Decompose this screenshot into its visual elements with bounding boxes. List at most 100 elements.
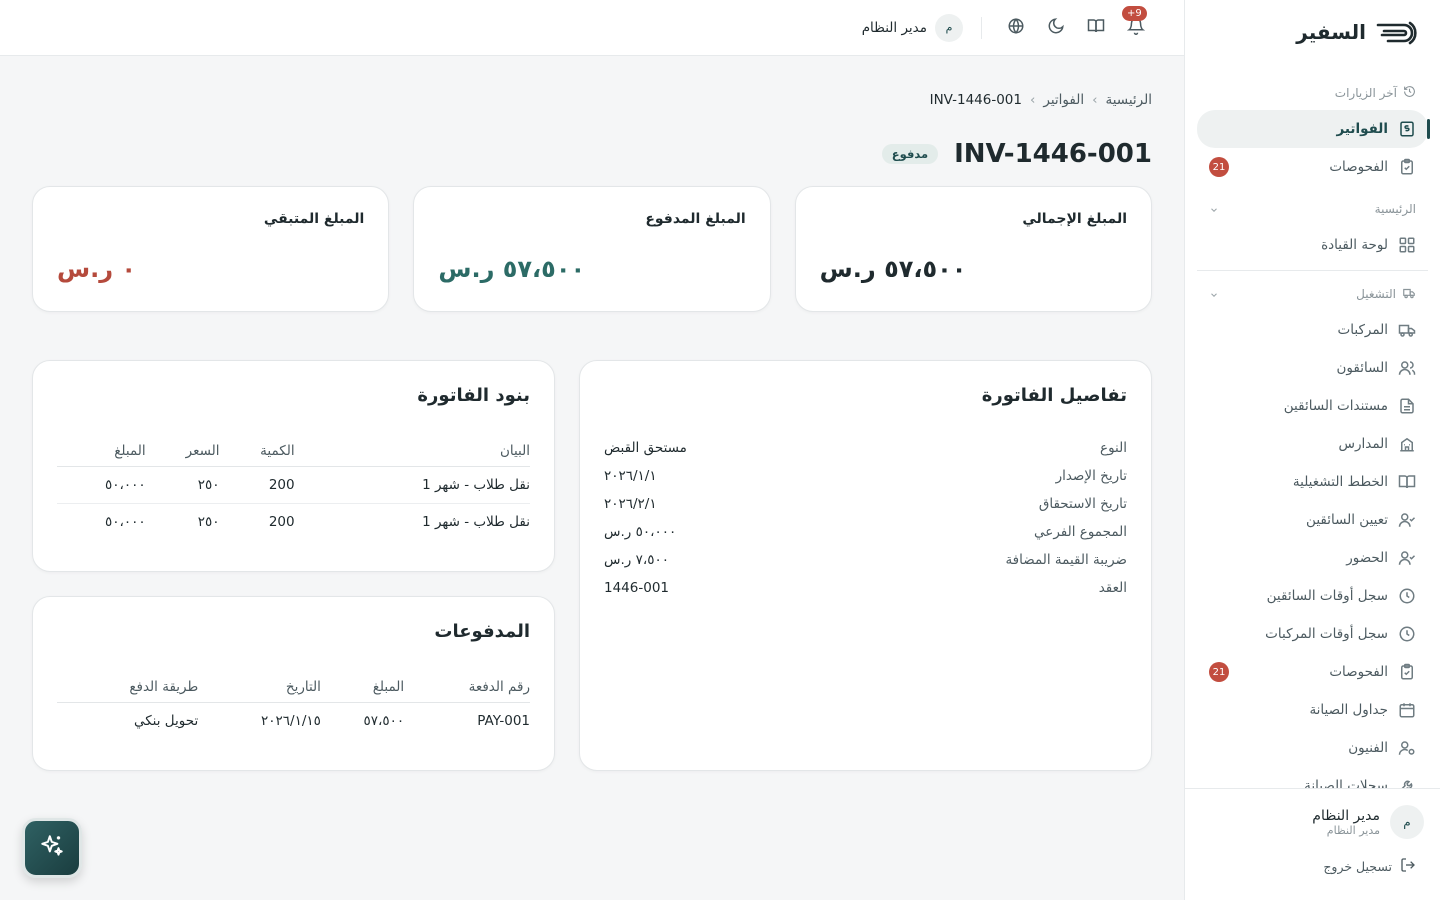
sidebar-item-label: تعيين السائقين bbox=[1306, 512, 1388, 528]
detail-value: 1446-001 bbox=[604, 580, 669, 596]
table-cell: نقل طلاب - شهر 1 bbox=[422, 513, 530, 530]
user-cog-icon bbox=[1398, 739, 1416, 757]
invoice-icon bbox=[1398, 120, 1416, 138]
table-cell: ٢٠٢٦/١/١٥ bbox=[261, 712, 321, 729]
detail-row: ضريبة القيمة المضافة ٧،٥٠٠ ر.س bbox=[604, 546, 1127, 574]
breadcrumb-chevron-icon: › bbox=[1092, 92, 1098, 108]
clipboard-check-icon bbox=[1398, 158, 1416, 176]
stat-label: المبلغ المدفوع bbox=[645, 211, 746, 227]
school-icon bbox=[1398, 435, 1416, 453]
stat-card-total: المبلغ الإجمالي ٥٧،٥٠٠ ر.س bbox=[794, 186, 1152, 312]
chevron-down-icon bbox=[1209, 204, 1219, 214]
column-header: السعر bbox=[145, 436, 220, 467]
users-icon bbox=[1398, 359, 1416, 377]
sidebar-item-label: المدارس bbox=[1338, 436, 1388, 452]
card-title: بنود الفاتورة bbox=[417, 385, 530, 406]
sparkles-icon bbox=[39, 833, 65, 863]
sidebar-item-inspections-recent[interactable]: الفحوصات 21 bbox=[1197, 148, 1428, 186]
sidebar-item-inspections[interactable]: الفحوصات 21 bbox=[1197, 653, 1428, 691]
clock-icon bbox=[1398, 587, 1416, 605]
history-icon bbox=[1403, 85, 1416, 101]
column-header: البيان bbox=[294, 436, 530, 467]
content-grid: تفاصيل الفاتورة النوع مستحق القبض تاريخ ا… bbox=[32, 360, 1152, 771]
title-row: INV-1446-001 مدفوع bbox=[32, 136, 1152, 172]
sidebar-item-drivers[interactable]: السائقون bbox=[1197, 349, 1428, 387]
detail-value: ٢٠٢٦/٢/١ bbox=[604, 496, 657, 512]
detail-key: تاريخ الإصدار bbox=[1055, 468, 1127, 484]
breadcrumb-home[interactable]: الرئيسية bbox=[1106, 92, 1153, 108]
detail-row: المجموع الفرعي ٥٠،٠٠٠ ر.س bbox=[604, 518, 1127, 546]
table-cell: ٥٠،٠٠٠ bbox=[57, 466, 146, 504]
sidebar-item-driver-assignment[interactable]: تعيين السائقين bbox=[1197, 501, 1428, 539]
detail-key: العقد bbox=[1098, 580, 1127, 596]
sidebar-item-operational-plans[interactable]: الخطط التشغيلية bbox=[1197, 463, 1428, 501]
chevron-down-icon bbox=[1209, 289, 1219, 299]
inspections-badge: 21 bbox=[1209, 157, 1229, 177]
wrench-icon bbox=[1398, 777, 1416, 788]
moon-icon bbox=[1047, 17, 1065, 39]
card-title: المدفوعات bbox=[434, 621, 530, 642]
table-cell: PAY-001 bbox=[477, 712, 530, 729]
detail-value: ٥٠،٠٠٠ ر.س bbox=[604, 524, 677, 540]
language-button[interactable] bbox=[1000, 12, 1032, 44]
profile-role: مدير النظام bbox=[1326, 823, 1380, 837]
profile[interactable]: م مدير النظام مدير النظام bbox=[1201, 805, 1424, 839]
sidebar-item-label: مستندات السائقين bbox=[1283, 398, 1388, 414]
sidebar-item-vehicles[interactable]: المركبات bbox=[1197, 311, 1428, 349]
breadcrumb-chevron-icon: › bbox=[1029, 92, 1036, 108]
table-cell: ٢٥٠ bbox=[197, 513, 220, 530]
topbar: م مدير النظام +9 bbox=[0, 0, 1184, 56]
table-row: PAY-001 ٥٧،٥٠٠ ٢٠٢٦/١/١٥ تحويل بنكي bbox=[57, 702, 530, 739]
stat-value-remaining: ٠ ر.س bbox=[57, 255, 137, 283]
brand-name: السفير bbox=[1296, 20, 1366, 44]
detail-key: المجموع الفرعي bbox=[1034, 524, 1127, 540]
sidebar-item-label: الخطط التشغيلية bbox=[1292, 474, 1388, 490]
detail-value: ٧،٥٠٠ ر.س bbox=[604, 552, 669, 568]
globe-icon bbox=[1007, 17, 1025, 39]
stat-card-paid: المبلغ المدفوع ٥٧،٥٠٠ ر.س bbox=[413, 186, 771, 312]
sidebar-item-maintenance-records[interactable]: سجلات الصيانة bbox=[1197, 767, 1428, 788]
sidebar-item-label: جداول الصيانة bbox=[1309, 702, 1388, 718]
column-header: المبلغ bbox=[320, 672, 405, 703]
inspections-badge: 21 bbox=[1209, 662, 1229, 682]
guide-button[interactable] bbox=[1080, 12, 1112, 44]
theme-toggle-button[interactable] bbox=[1040, 12, 1072, 44]
sidebar-item-invoices[interactable]: الفواتير bbox=[1197, 110, 1430, 148]
detail-key: ضريبة القيمة المضافة bbox=[1005, 552, 1127, 568]
invoice-details-card: تفاصيل الفاتورة النوع مستحق القبض تاريخ ا… bbox=[579, 360, 1152, 771]
profile-name: مدير النظام bbox=[1312, 807, 1380, 824]
sidebar-item-schools[interactable]: المدارس bbox=[1197, 425, 1428, 463]
table-cell: ٥٠،٠٠٠ bbox=[105, 513, 146, 530]
sidebar-item-attendance[interactable]: الحضور bbox=[1197, 539, 1428, 577]
table-cell: ٥٧،٥٠٠ bbox=[363, 712, 405, 729]
sidebar-item-dashboard[interactable]: لوحة القيادة bbox=[1197, 226, 1428, 264]
topbar-user-menu[interactable]: م مدير النظام bbox=[862, 13, 963, 42]
calendar-icon bbox=[1398, 701, 1416, 719]
sidebar-item-maintenance-schedules[interactable]: جداول الصيانة bbox=[1197, 691, 1428, 729]
logout-button[interactable]: تسجيل خروج bbox=[1201, 857, 1424, 876]
sidebar-item-label: الفحوصات bbox=[1329, 159, 1388, 175]
sidebar-item-driver-timelog[interactable]: سجل أوقات السائقين bbox=[1197, 577, 1428, 615]
table-cell: ٢٥٠ bbox=[145, 466, 220, 504]
right-column: بنود الفاتورة البيان الكمية السعر المبلغ… bbox=[32, 360, 555, 771]
main-section-label: الرئيسية bbox=[1374, 202, 1416, 216]
sidebar-item-vehicle-timelog[interactable]: سجل أوقات المركبات bbox=[1197, 615, 1428, 653]
table-cell: تحويل بنكي bbox=[133, 712, 199, 729]
sidebar-item-technicians[interactable]: الفنيون bbox=[1197, 729, 1428, 767]
page-title: INV-1446-001 bbox=[954, 139, 1152, 169]
detail-value: مستحق القبض bbox=[604, 440, 687, 456]
clock-icon bbox=[1398, 625, 1416, 643]
breadcrumb: الرئيسية › الفواتير › INV-1446-001 bbox=[32, 88, 1152, 112]
notifications-button[interactable]: +9 bbox=[1120, 5, 1152, 44]
sidebar-item-label: سجل أوقات المركبات bbox=[1265, 626, 1388, 642]
sidebar-item-driver-documents[interactable]: مستندات السائقين bbox=[1197, 387, 1428, 425]
stat-value-total: ٥٧،٥٠٠ ر.س bbox=[819, 255, 967, 283]
breadcrumb-invoices[interactable]: الفواتير bbox=[1043, 92, 1084, 108]
main-section-toggle[interactable]: الرئيسية bbox=[1197, 192, 1428, 226]
ops-section-toggle[interactable]: التشغيل bbox=[1197, 277, 1428, 311]
brand[interactable]: السفير bbox=[1185, 0, 1440, 64]
ai-assistant-button[interactable] bbox=[22, 818, 82, 878]
user-check-icon bbox=[1398, 511, 1416, 529]
truck-small-icon bbox=[1402, 286, 1416, 303]
payments-table: رقم الدفعة المبلغ التاريخ طريقة الدفع PA… bbox=[57, 672, 530, 739]
